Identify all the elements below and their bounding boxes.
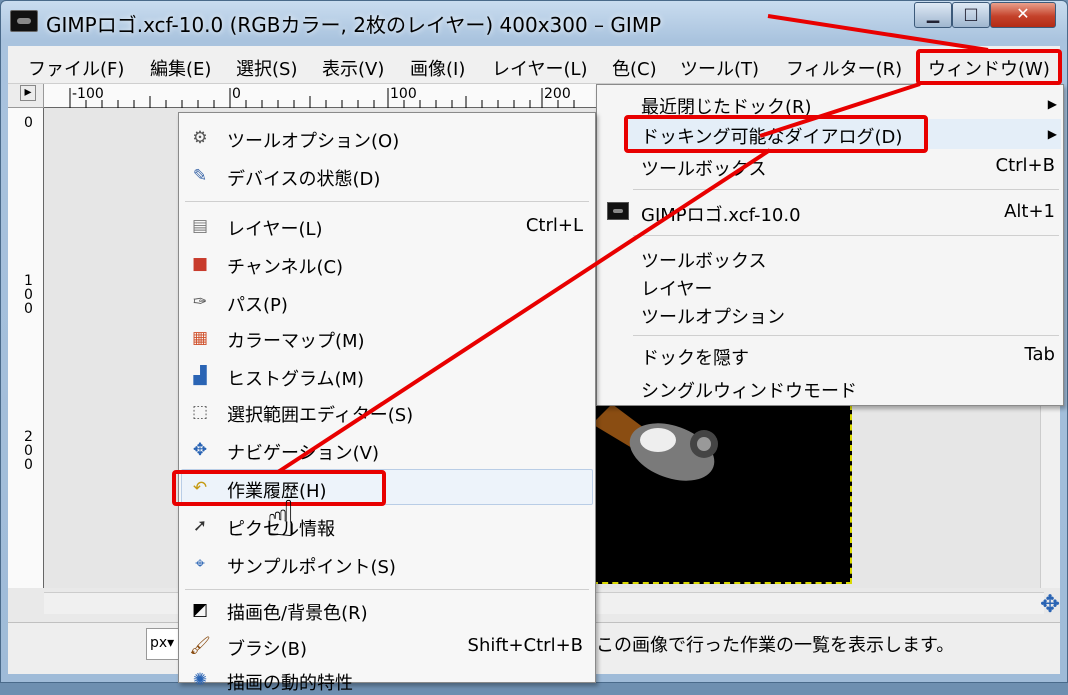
annotation-lines <box>276 14 989 474</box>
hand-pointer-cursor: ☝ <box>266 490 297 548</box>
